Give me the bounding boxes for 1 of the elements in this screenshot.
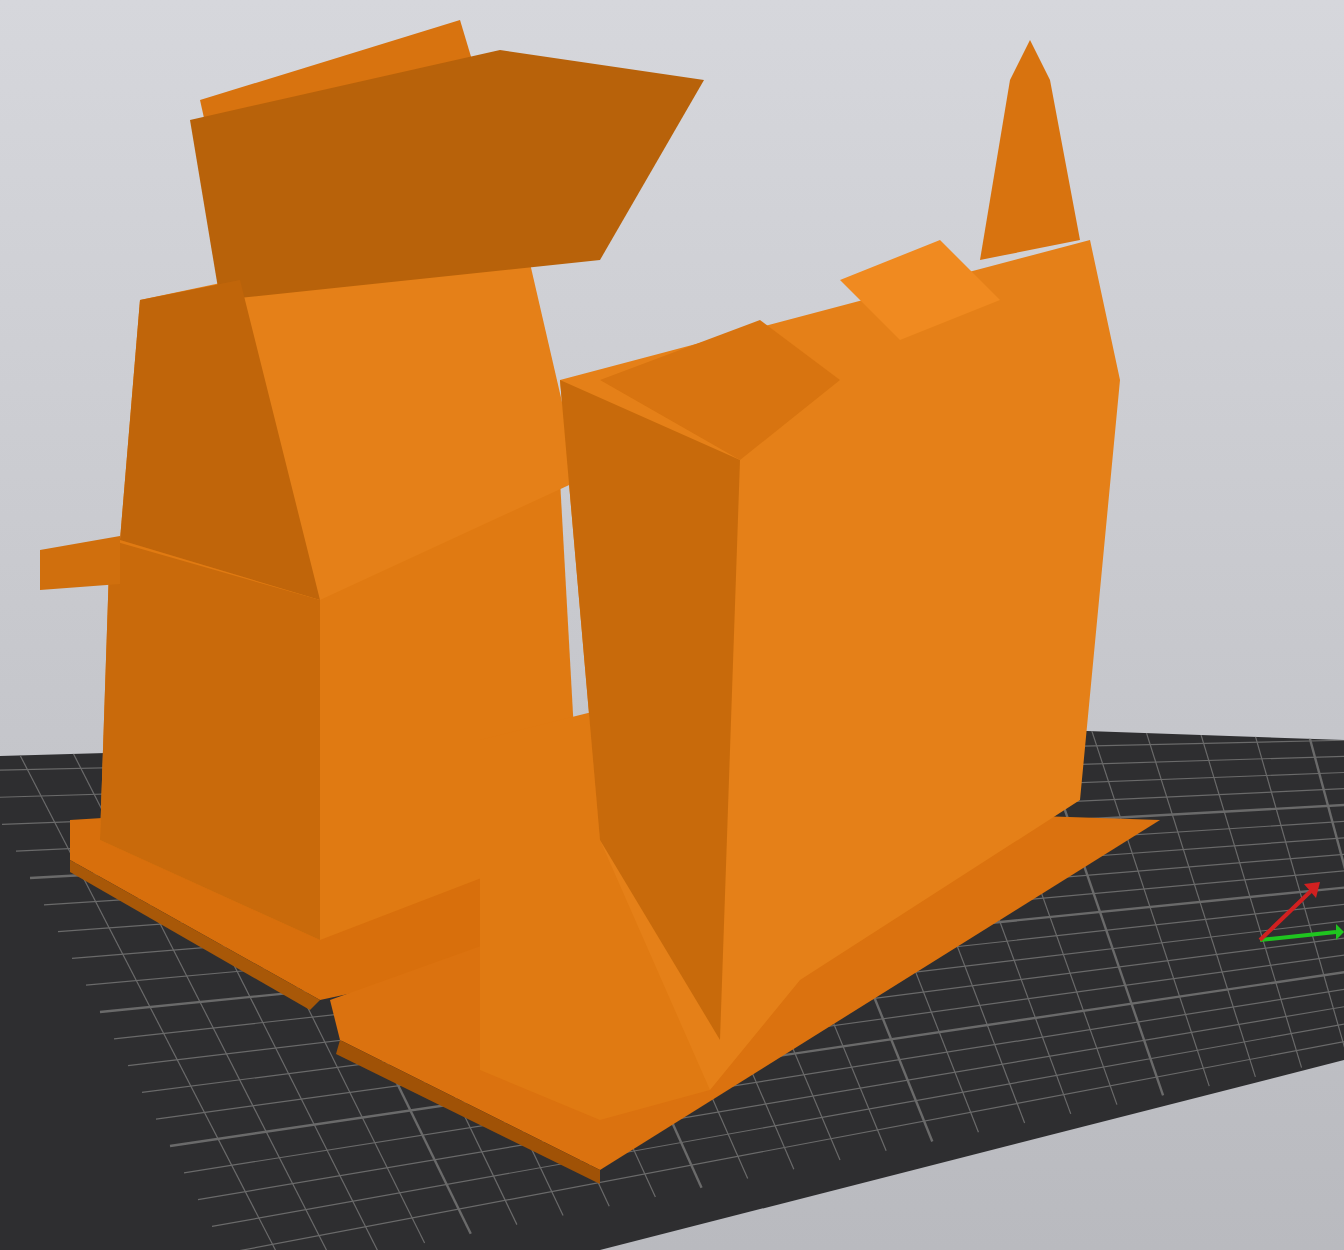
axis-arrows-icon: [1258, 882, 1344, 942]
